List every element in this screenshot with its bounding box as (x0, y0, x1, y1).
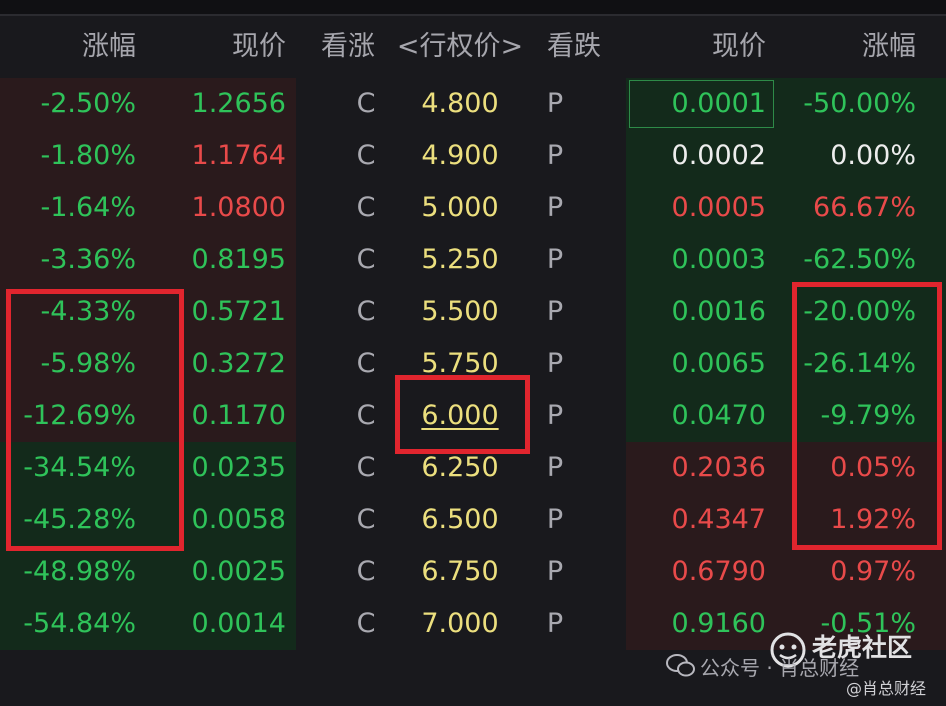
put-label-cell: P (546, 556, 564, 587)
header-call-price[interactable]: 现价 (150, 16, 286, 78)
put-label-cell: P (546, 504, 564, 535)
table-row[interactable]: -2.50% 1.2656 C 4.800 P 0.0001 -50.00% (0, 78, 946, 130)
put-change-cell: -62.50% (803, 244, 916, 275)
annotation-box-strike (395, 375, 530, 454)
call-price-cell: 1.0800 (191, 192, 286, 223)
call-price-cell: 0.0025 (191, 556, 286, 587)
put-label-cell: P (546, 296, 564, 327)
strike-price-cell: 5.000 (421, 192, 499, 223)
call-change-cell: -48.98% (23, 556, 136, 587)
put-label-cell: P (546, 608, 564, 639)
call-change-cell: -1.64% (40, 192, 136, 223)
header-put-change[interactable]: 涨幅 (780, 16, 916, 78)
put-change-cell: -50.00% (803, 88, 916, 119)
put-price-cell: 0.2036 (671, 452, 766, 483)
put-price-cell: 0.6790 (671, 556, 766, 587)
strike-price-cell: 5.500 (421, 296, 499, 327)
annotation-box-call-change (6, 289, 184, 551)
strike-price-cell: 6.750 (421, 556, 499, 587)
put-change-cell: 0.00% (830, 140, 916, 171)
call-price-cell: 0.0014 (191, 608, 286, 639)
put-price-cell: 0.0003 (671, 244, 766, 275)
strike-price-cell: 4.900 (421, 140, 499, 171)
put-price-cell: 0.9160 (671, 608, 766, 639)
strike-price-cell: 4.800 (421, 88, 499, 119)
put-price-cell: 0.4347 (671, 504, 766, 535)
table-row[interactable]: -1.64% 1.0800 C 5.000 P 0.0005 66.67% (0, 182, 946, 234)
put-label-cell: P (546, 244, 564, 275)
wechat-icon (666, 654, 695, 677)
strike-price-cell: 6.500 (421, 504, 499, 535)
header-put[interactable]: 看跌 (534, 16, 614, 78)
annotation-box-put-change (792, 282, 942, 550)
call-change-cell: -54.84% (23, 608, 136, 639)
table-row[interactable]: -3.36% 0.8195 C 5.250 P 0.0003 -62.50% (0, 234, 946, 286)
put-label-cell: P (546, 192, 564, 223)
top-bar (0, 0, 946, 16)
put-change-cell: 66.67% (813, 192, 916, 223)
call-change-cell: -1.80% (40, 140, 136, 171)
watermark-handle: @肖总财经 (846, 679, 927, 698)
call-change-cell: -2.50% (40, 88, 136, 119)
put-price-cell: 0.0005 (671, 192, 766, 223)
put-change-cell: 0.97% (830, 556, 916, 587)
call-price-cell: 1.1764 (191, 140, 286, 171)
put-label-cell: P (546, 88, 564, 119)
table-row[interactable]: -1.80% 1.1764 C 4.900 P 0.0002 0.00% (0, 130, 946, 182)
put-label-cell: P (546, 140, 564, 171)
put-price-cell: 0.0016 (671, 296, 766, 327)
call-change-cell: -3.36% (40, 244, 136, 275)
call-price-cell: 1.2656 (191, 88, 286, 119)
column-header: 涨幅 现价 看涨 <行权价> 看跌 现价 涨幅 (0, 16, 946, 78)
header-call[interactable]: 看涨 (308, 16, 388, 78)
strike-price-cell: 5.250 (421, 244, 499, 275)
header-put-price[interactable]: 现价 (630, 16, 766, 78)
strike-price-cell: 7.000 (421, 608, 499, 639)
table-row[interactable]: -48.98% 0.0025 C 6.750 P 0.6790 0.97% (0, 546, 946, 598)
put-price-cell: 0.0002 (671, 140, 766, 171)
watermark-subtitle: 公众号 · 肖总财经 (700, 656, 860, 680)
put-price-cell: 0.0470 (671, 400, 766, 431)
header-strike[interactable]: <行权价> (390, 16, 530, 78)
put-price-highlight (629, 80, 774, 128)
put-price-cell: 0.0065 (671, 348, 766, 379)
call-price-cell: 0.8195 (191, 244, 286, 275)
header-call-change[interactable]: 涨幅 (0, 16, 136, 78)
